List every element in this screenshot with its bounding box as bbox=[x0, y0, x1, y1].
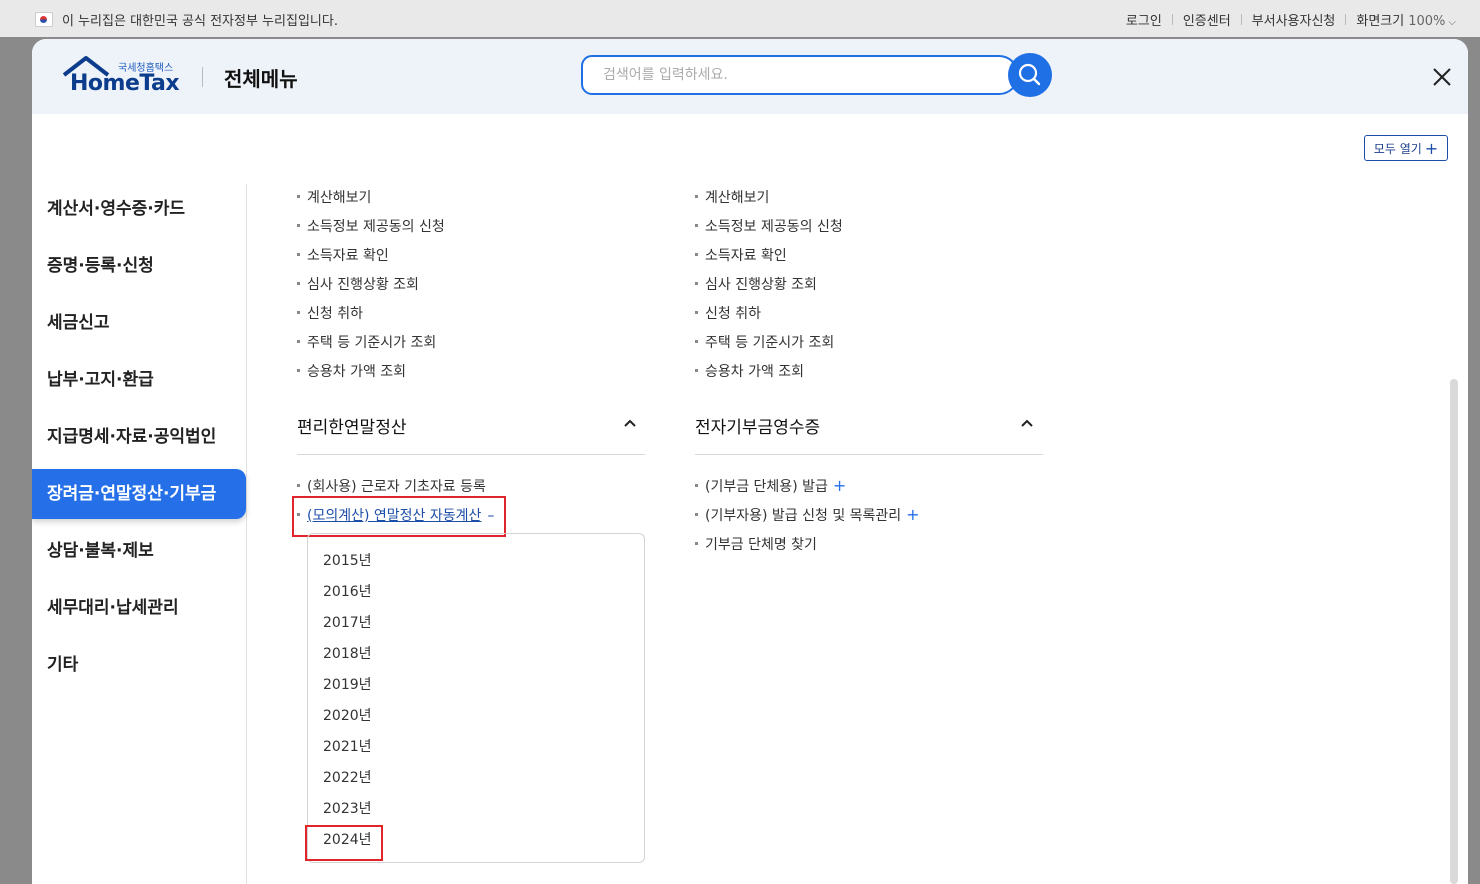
sidebar-item-tax-return[interactable]: 세금신고 bbox=[32, 298, 246, 348]
year-item[interactable]: 2021년 bbox=[323, 736, 372, 756]
section-divider bbox=[695, 454, 1043, 455]
logo-text: HomeTax bbox=[70, 71, 180, 96]
search-icon bbox=[1018, 63, 1041, 86]
menu-link[interactable]: 계산해보기 bbox=[694, 187, 769, 207]
divider bbox=[1345, 14, 1347, 25]
chevron-down-icon: ⌵ bbox=[1448, 17, 1456, 28]
menu-link[interactable]: (기부금 단체용) 발급 + bbox=[694, 476, 846, 496]
menu-link[interactable]: 신청 취하 bbox=[297, 303, 363, 323]
open-all-label: 모두 열기 bbox=[1373, 141, 1422, 156]
menu-link[interactable]: 신청 취하 bbox=[695, 303, 761, 323]
year-item[interactable]: 2015년 bbox=[323, 550, 372, 570]
chevron-up-icon[interactable] bbox=[1020, 416, 1034, 430]
menu-link-label: (기부자용) 발급 신청 및 목록관리 bbox=[705, 508, 902, 524]
header-divider bbox=[202, 67, 203, 87]
cert-center-link[interactable]: 인증센터 bbox=[1183, 10, 1231, 29]
divider bbox=[1171, 14, 1173, 25]
year-item[interactable]: 2018년 bbox=[323, 643, 372, 663]
highlight-box bbox=[305, 825, 383, 861]
year-list: 2015년 2016년 2017년 2018년 2019년 2020년 2021… bbox=[307, 533, 645, 863]
sidebar-item-payment[interactable]: 납부·고지·환급 bbox=[32, 355, 246, 405]
open-all-button[interactable]: 모두 열기 + bbox=[1364, 135, 1448, 161]
full-menu-modal: 국세청홈택스 HomeTax 전체메뉴 모두 열기+ 계산서·영수증·카드 증명… bbox=[32, 39, 1468, 884]
menu-link[interactable]: 소득정보 제공동의 신청 bbox=[695, 216, 843, 236]
util-links: 로그인 인증센터 부서사용자신청 화면크기 100% ⌵ bbox=[1126, 10, 1456, 29]
login-link[interactable]: 로그인 bbox=[1126, 10, 1162, 29]
category-sidebar: 계산서·영수증·카드 증명·등록·신청 세금신고 납부·고지·환급 지급명세·자… bbox=[32, 184, 247, 884]
search-box bbox=[581, 55, 1019, 95]
gov-notice-bar: 이 누리집은 대한민국 공식 전자정부 누리집입니다. 로그인 인증센터 부서사… bbox=[0, 0, 1480, 37]
plus-icon[interactable]: + bbox=[833, 476, 846, 495]
menu-link[interactable]: (회사용) 근로자 기초자료 등록 bbox=[297, 476, 486, 496]
year-item[interactable]: 2022년 bbox=[323, 767, 372, 787]
sidebar-item-agent[interactable]: 세무대리·납세관리 bbox=[32, 583, 246, 633]
plus-icon[interactable]: + bbox=[906, 505, 919, 524]
menu-link[interactable]: 주택 등 기준시가 조회 bbox=[296, 332, 436, 352]
menu-link[interactable]: 주택 등 기준시가 조회 bbox=[694, 332, 834, 352]
modal-header: 국세청홈택스 HomeTax 전체메뉴 bbox=[32, 39, 1468, 114]
menu-link[interactable]: 소득정보 제공동의 신청 bbox=[297, 216, 445, 236]
page-title: 전체메뉴 bbox=[224, 67, 298, 91]
plus-icon: + bbox=[1424, 138, 1439, 158]
year-item[interactable]: 2020년 bbox=[323, 705, 372, 725]
menu-link[interactable]: 소득자료 확인 bbox=[297, 245, 389, 265]
dept-user-link[interactable]: 부서사용자신청 bbox=[1252, 10, 1336, 29]
menu-link[interactable]: 심사 진행상황 조회 bbox=[695, 274, 817, 294]
divider bbox=[1240, 14, 1242, 25]
close-icon bbox=[1433, 68, 1451, 86]
year-item[interactable]: 2019년 bbox=[323, 674, 372, 694]
zoom-label: 화면크기 bbox=[1356, 14, 1405, 29]
sidebar-item-etc[interactable]: 기타 bbox=[32, 640, 246, 690]
menu-link[interactable]: 기부금 단체명 찾기 bbox=[695, 534, 817, 554]
menu-link[interactable]: (기부자용) 발급 신청 및 목록관리 + bbox=[695, 505, 920, 525]
chevron-up-icon[interactable] bbox=[623, 416, 637, 430]
sidebar-item-yearend[interactable]: 장려금·연말정산·기부금 bbox=[32, 469, 246, 519]
sidebar-item-certificate[interactable]: 증명·등록·신청 bbox=[32, 241, 246, 291]
section-title-yearend[interactable]: 편리한연말정산 bbox=[297, 413, 406, 438]
year-item[interactable]: 2016년 bbox=[323, 581, 372, 601]
zoom-control[interactable]: 화면크기 100% ⌵ bbox=[1356, 10, 1456, 29]
year-item[interactable]: 2023년 bbox=[323, 798, 372, 818]
year-item[interactable]: 2017년 bbox=[323, 612, 372, 632]
highlight-box bbox=[292, 496, 506, 537]
sidebar-item-statements[interactable]: 지급명세·자료·공익법인 bbox=[32, 412, 246, 462]
search-button[interactable] bbox=[1008, 53, 1052, 97]
scrollbar[interactable] bbox=[1450, 379, 1458, 884]
hometax-logo[interactable]: 국세청홈택스 HomeTax bbox=[60, 53, 210, 101]
menu-link[interactable]: 계산해보기 bbox=[296, 187, 371, 207]
menu-link[interactable]: 소득자료 확인 bbox=[695, 245, 787, 265]
zoom-value: 100% bbox=[1408, 14, 1446, 29]
section-title-donation-receipt[interactable]: 전자기부금영수증 bbox=[695, 413, 820, 438]
menu-link[interactable]: 승용차 가액 조회 bbox=[296, 361, 406, 381]
menu-link[interactable]: 승용차 가액 조회 bbox=[694, 361, 804, 381]
korea-flag-icon bbox=[35, 12, 53, 27]
sidebar-item-receipt-card[interactable]: 계산서·영수증·카드 bbox=[32, 184, 246, 234]
section-divider bbox=[297, 454, 645, 455]
close-button[interactable] bbox=[1428, 63, 1456, 91]
menu-link-label: (기부금 단체용) 발급 bbox=[705, 479, 828, 495]
search-input[interactable] bbox=[601, 66, 985, 84]
sidebar-item-consult[interactable]: 상담·불복·제보 bbox=[32, 526, 246, 576]
gov-notice-text: 이 누리집은 대한민국 공식 전자정부 누리집입니다. bbox=[62, 14, 338, 29]
menu-link[interactable]: 심사 진행상황 조회 bbox=[297, 274, 419, 294]
